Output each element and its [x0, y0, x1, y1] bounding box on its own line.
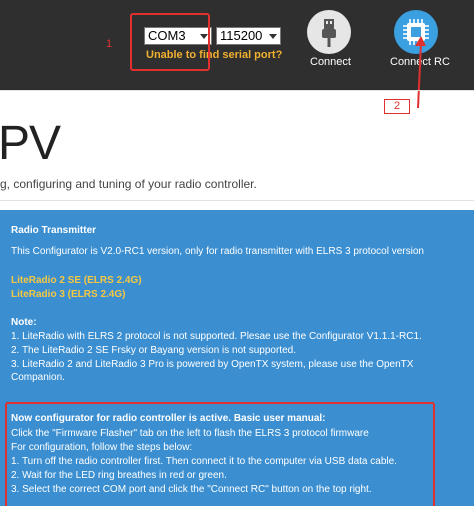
baud-rate-value: 115200	[220, 28, 263, 43]
note-item: 3. LiteRadio 2 and LiteRadio 3 Pro is po…	[11, 359, 414, 370]
annotation-box-manual	[5, 402, 435, 506]
page-subtitle: g, configuring and tuning of your radio …	[0, 177, 257, 191]
page-title: PV	[0, 117, 61, 170]
model-item: LiteRadio 2 SE (ELRS 2.4G)	[11, 275, 142, 286]
annotation-number-1: 1	[106, 38, 113, 50]
note-heading: Note:	[11, 317, 37, 328]
panel-heading: Radio Transmitter	[11, 225, 97, 236]
connect-button[interactable]	[307, 10, 351, 54]
divider	[0, 200, 474, 201]
version-line: This Configurator is V2.0-RC1 version, o…	[11, 246, 424, 257]
annotation-arrow	[415, 36, 426, 109]
usb-plug-icon	[322, 19, 336, 47]
note-item: 2. The LiteRadio 2 SE Frsky or Bayang ve…	[11, 345, 296, 356]
annotation-box-port	[130, 13, 210, 71]
note-item: 1. LiteRadio with ELRS 2 protocol is not…	[11, 331, 422, 342]
chevron-down-icon	[269, 34, 277, 39]
annotation-number-2: 2	[384, 99, 410, 114]
divider	[0, 90, 474, 91]
connect-label: Connect	[310, 56, 351, 68]
top-toolbar: COM3 115200 Unable to find serial port? …	[0, 0, 474, 90]
note-item: Companion.	[11, 372, 65, 383]
baud-rate-select[interactable]: 115200	[216, 27, 281, 45]
model-item: LiteRadio 3 (ELRS 2.4G)	[11, 289, 126, 300]
